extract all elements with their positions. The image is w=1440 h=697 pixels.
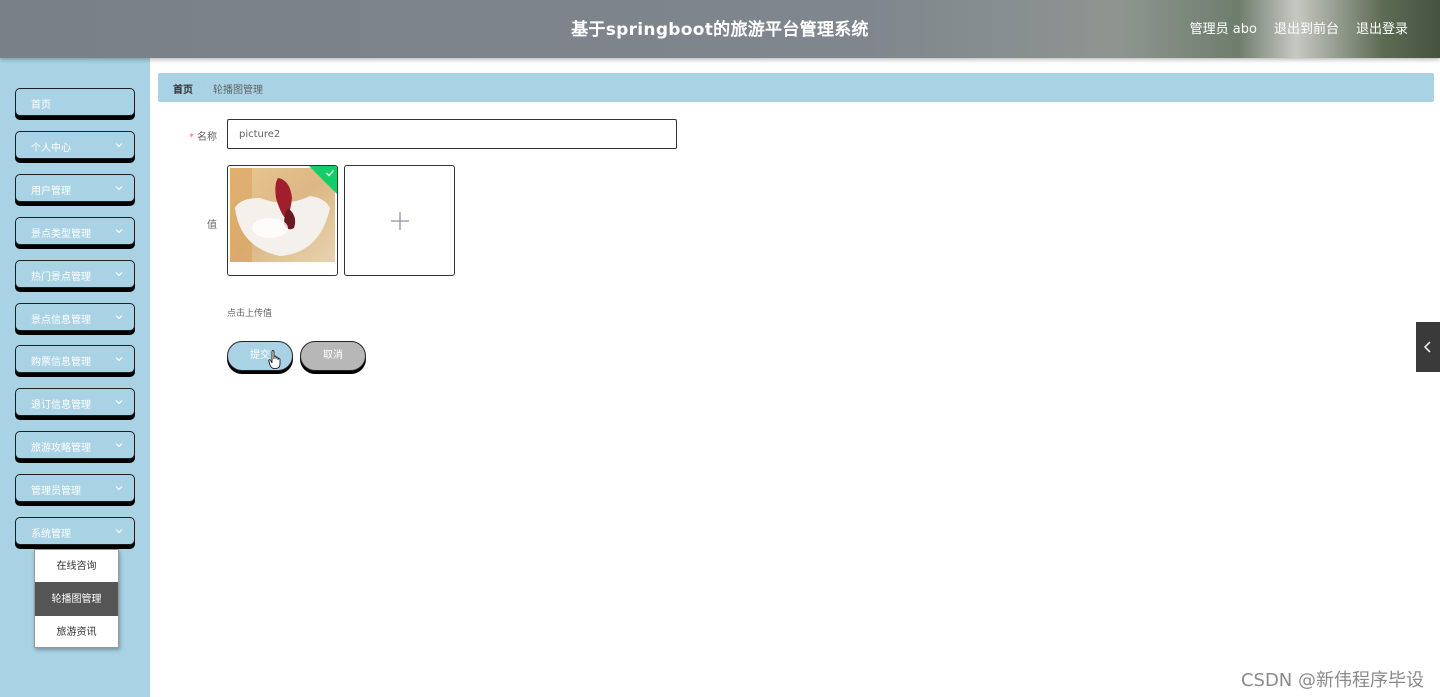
- sidebar-item-label: 系统管理: [31, 529, 71, 540]
- sidebar-item-label: 购票信息管理: [31, 357, 91, 369]
- name-input[interactable]: [227, 119, 677, 149]
- chevron-down-icon: [115, 143, 123, 148]
- sidebar-item-home[interactable]: 首页: [15, 88, 135, 116]
- breadcrumb-home[interactable]: 首页: [173, 81, 193, 96]
- watermark: CSDN @新伟程序毕设: [1240, 670, 1424, 691]
- name-label: * 名称: [189, 128, 217, 143]
- submit-button[interactable]: 提交: [227, 341, 293, 371]
- chevron-down-icon: [115, 443, 123, 448]
- sidebar-item-label: 用户管理: [31, 185, 71, 197]
- chevron-down-icon: [115, 486, 123, 491]
- sidebar-item-label: 退订信息管理: [31, 400, 91, 412]
- check-icon: [326, 170, 334, 177]
- sidebar-item-system[interactable]: 系统管理: [15, 517, 135, 545]
- sidebar-item-refund-info[interactable]: 退订信息管理: [15, 388, 135, 417]
- sidebar-item-label: 首页: [31, 100, 51, 111]
- sidebar-item-ticket-info[interactable]: 购票信息管理: [15, 345, 135, 374]
- chevron-down-icon: [115, 185, 123, 191]
- chevron-down-icon: [115, 314, 123, 319]
- sidebar-item-label: 景点类型管理: [31, 228, 91, 240]
- current-user: 管理员 abo: [1189, 22, 1257, 37]
- submenu-item-carousel[interactable]: 轮播图管理: [35, 583, 118, 616]
- cancel-button[interactable]: 取消: [300, 341, 366, 371]
- chevron-down-icon: [115, 271, 123, 276]
- sidebar-item-label: 个人中心: [31, 142, 71, 154]
- required-mark: *: [189, 132, 194, 143]
- sidebar-item-spot-info[interactable]: 景点信息管理: [15, 302, 135, 331]
- sidebar-item-label: 热门景点管理: [31, 271, 91, 283]
- back-to-front-link[interactable]: 退出到前台: [1274, 18, 1339, 37]
- sidebar-item-spot-types[interactable]: 景点类型管理: [15, 216, 135, 245]
- system-submenu: 在线咨询 轮播图管理 旅游资讯: [34, 549, 119, 648]
- chevron-down-icon: [115, 529, 123, 534]
- value-label: 值: [207, 220, 217, 231]
- sidebar-item-hot-spots[interactable]: 热门景点管理: [15, 259, 135, 288]
- sidebar-item-users[interactable]: 用户管理: [15, 173, 135, 202]
- sidebar-item-admins[interactable]: 管理员管理: [15, 474, 135, 503]
- logout-link[interactable]: 退出登录: [1356, 18, 1408, 37]
- breadcrumb: 首页 / 轮播图管理: [158, 73, 1434, 102]
- uploaded-image-thumbnail[interactable]: [227, 165, 338, 276]
- chevron-left-icon: [1423, 341, 1431, 353]
- upload-button[interactable]: [344, 165, 455, 276]
- side-collapse-handle[interactable]: [1416, 322, 1440, 372]
- sidebar-item-travel-guides[interactable]: 旅游攻略管理: [15, 431, 135, 460]
- sidebar-item-label: 景点信息管理: [31, 314, 91, 326]
- sidebar-item-label: 旅游攻略管理: [31, 443, 91, 455]
- breadcrumb-separator: /: [201, 81, 205, 92]
- header-user-actions: 管理员 abo 退出到前台 退出登录: [1190, 18, 1408, 37]
- submenu-item-online-consult[interactable]: 在线咨询: [35, 550, 118, 583]
- plus-icon: [391, 212, 409, 230]
- name-label-text: 名称: [197, 132, 217, 143]
- chevron-down-icon: [115, 357, 123, 362]
- chevron-down-icon: [115, 228, 123, 233]
- breadcrumb-current: 轮播图管理: [213, 85, 263, 96]
- submenu-item-travel-news[interactable]: 旅游资讯: [35, 616, 118, 649]
- sidebar-item-label: 管理员管理: [31, 486, 81, 498]
- top-header: 基于springboot的旅游平台管理系统 管理员 abo 退出到前台 退出登录: [0, 0, 1440, 58]
- sidebar-item-profile[interactable]: 个人中心: [15, 130, 135, 159]
- uploaded-image: [230, 168, 335, 262]
- upload-tip: 点击上传值: [227, 309, 273, 319]
- chevron-down-icon: [115, 400, 123, 405]
